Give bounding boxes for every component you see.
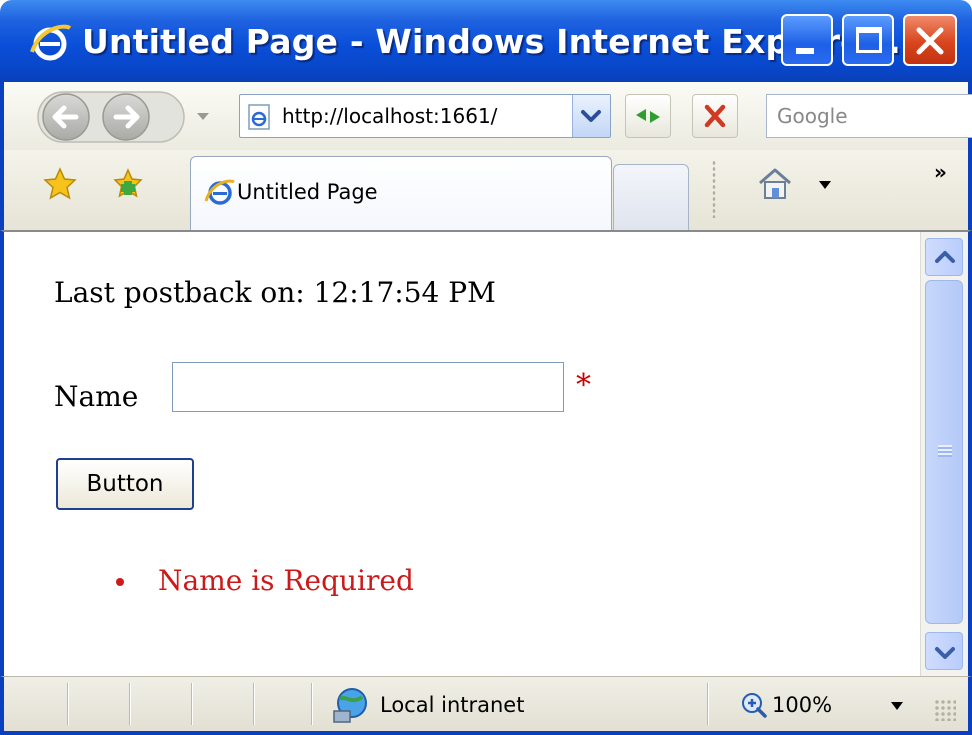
submit-button[interactable]: Button <box>56 458 194 510</box>
more-tools-chevron[interactable]: » <box>934 160 947 184</box>
close-button[interactable] <box>903 14 957 66</box>
page-icon <box>248 104 270 130</box>
chevron-up-icon <box>935 251 955 263</box>
toolbar-separator <box>712 160 716 218</box>
refresh-button[interactable] <box>625 94 671 138</box>
add-favorites-icon[interactable] <box>110 166 146 202</box>
postback-line: Last postback on: 12:17:54 PM <box>54 276 496 309</box>
postback-label: Last postback on: <box>54 276 305 309</box>
chevron-down-icon <box>935 647 955 659</box>
back-forward-buttons[interactable] <box>36 88 186 146</box>
ie-page-icon <box>204 179 235 205</box>
resize-grip[interactable] <box>934 699 956 721</box>
required-marker: * <box>576 368 591 403</box>
minimize-icon <box>796 48 814 54</box>
tab-label: Untitled Page <box>237 180 378 204</box>
address-bar[interactable]: http://localhost:1661/ <box>239 94 611 138</box>
page-content: Last postback on: 12:17:54 PM Name * But… <box>0 230 972 676</box>
browser-window: Untitled Page - Windows Internet Explore… <box>0 0 972 735</box>
zoom-dropdown-icon[interactable] <box>890 701 904 711</box>
close-icon <box>916 27 944 55</box>
search-box[interactable]: Google <box>766 94 972 138</box>
chevron-down-icon <box>581 110 601 122</box>
scroll-grip <box>938 445 952 457</box>
postback-time: 12:17:54 PM <box>313 276 496 309</box>
favorites-star-icon[interactable] <box>42 166 78 202</box>
title-bar[interactable]: Untitled Page - Windows Internet Explore… <box>0 0 972 82</box>
back-icon[interactable] <box>42 93 90 141</box>
ie-logo-icon <box>30 24 72 61</box>
error-item: Name is Required <box>116 564 414 597</box>
refresh-icon <box>636 109 660 123</box>
status-cell <box>68 683 130 725</box>
home-icon[interactable] <box>756 164 794 202</box>
maximize-icon <box>856 27 882 53</box>
local-intranet-icon <box>333 688 367 723</box>
zoom-icon[interactable] <box>740 691 768 719</box>
stop-icon <box>704 104 726 128</box>
scroll-thumb[interactable] <box>925 280 963 624</box>
minimize-button[interactable] <box>781 14 833 66</box>
scroll-up-button[interactable] <box>925 238 963 276</box>
address-dropdown-button[interactable] <box>572 95 610 137</box>
status-cell <box>130 683 192 725</box>
status-bar: Local intranet 100% <box>0 676 972 735</box>
validation-summary: Name is Required <box>116 564 414 597</box>
recent-pages-dropdown-icon[interactable] <box>195 110 211 122</box>
tab-untitled-page[interactable]: Untitled Page <box>190 156 612 230</box>
forward-icon[interactable] <box>102 93 150 141</box>
tab-bar: Untitled Page » <box>0 150 972 230</box>
zoom-level[interactable]: 100% <box>772 683 832 727</box>
name-input[interactable] <box>172 362 564 412</box>
new-tab-button[interactable] <box>613 164 689 230</box>
address-text[interactable]: http://localhost:1661/ <box>282 95 572 137</box>
navigation-bar: http://localhost:1661/ Google <box>0 82 972 150</box>
stop-button[interactable] <box>692 94 738 138</box>
scroll-down-button[interactable] <box>925 632 963 670</box>
status-cell <box>192 683 254 725</box>
web-page: Last postback on: 12:17:54 PM Name * But… <box>24 232 914 676</box>
zone-label: Local intranet <box>380 693 525 717</box>
name-label: Name <box>54 380 139 413</box>
status-cell <box>4 683 68 725</box>
vertical-scrollbar[interactable] <box>920 232 968 676</box>
home-dropdown-icon[interactable] <box>818 180 832 190</box>
status-cell <box>254 683 312 725</box>
window-title: Untitled Page - Windows Internet Explore… <box>82 22 901 61</box>
search-input[interactable]: Google <box>777 95 848 137</box>
maximize-button[interactable] <box>842 14 894 66</box>
